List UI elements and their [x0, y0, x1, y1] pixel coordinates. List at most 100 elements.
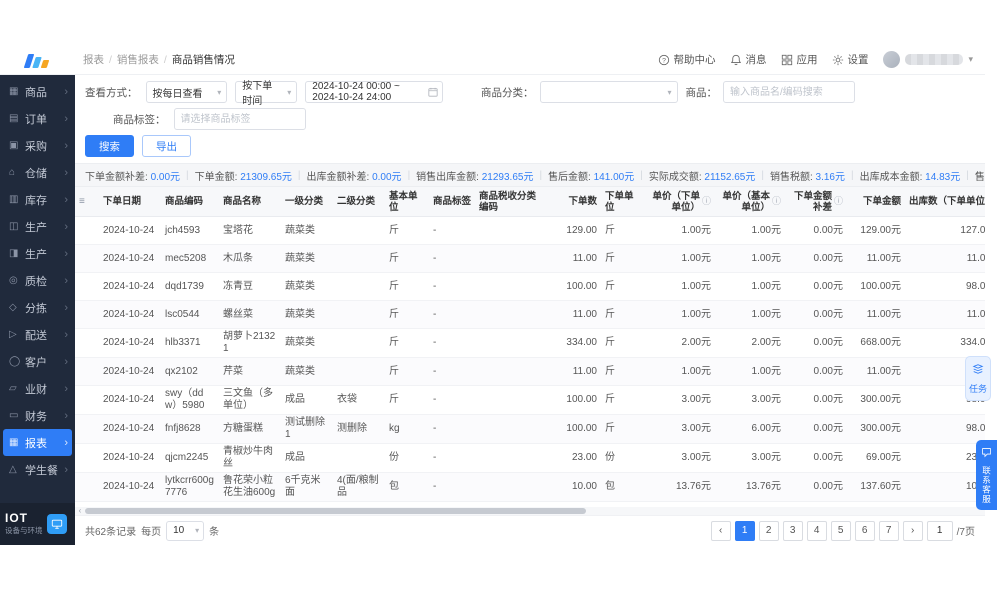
page-button-6[interactable]: 6: [854, 520, 875, 541]
column-header-base-unit[interactable]: 基本单位: [385, 189, 429, 215]
table-row[interactable]: 2024-10-24 lytkcrr600g7776 鲁花荣小粒花生油600g 6千克…: [75, 473, 985, 502]
table-row[interactable]: 2024-10-24 swy（ddw）5980 三文鱼（多单位） 成品 衣袋 斤 - 100.…: [75, 386, 985, 415]
column-header-row-filter[interactable]: ≡: [75, 194, 99, 209]
column-header-price-order-unit[interactable]: 单价（下单单位） ⓘ: [645, 189, 715, 215]
scroll-left-icon[interactable]: ‹: [75, 507, 85, 515]
column-header-goods-code[interactable]: 商品编码: [161, 194, 219, 209]
table-row[interactable]: 2024-10-24 hlb3371 胡萝卜21321 蔬菜类 斤 - 334.00 斤 2.0…: [75, 329, 985, 358]
table-row[interactable]: 2024-10-24 mec5208 木瓜条 蔬菜类 斤 - 11.00 斤 1.00元 1.00…: [75, 245, 985, 273]
sidebar-item-delivery[interactable]: ▷ 配送 ›: [3, 321, 72, 348]
export-button[interactable]: 导出: [142, 135, 191, 157]
topbar-action-message[interactable]: 消息: [730, 52, 766, 67]
contact-service-button[interactable]: 联系客服: [976, 440, 997, 510]
cell-goods-tag: -: [433, 365, 437, 377]
page-button-7[interactable]: 7: [878, 520, 899, 541]
date-range-input[interactable]: 2024-10-24 00:00 ~ 2024-10-24 24:00: [305, 81, 443, 103]
goods-tag-input[interactable]: [173, 108, 306, 130]
column-header-price-base-unit[interactable]: 单价（基本单位） ⓘ: [715, 189, 785, 215]
table-row[interactable]: 2024-10-24 lsc0544 螺丝菜 蔬菜类 斤 - 11.00 斤 1.00元 1.00…: [75, 301, 985, 329]
column-header-order-date[interactable]: 下单日期: [99, 194, 161, 209]
column-header-order-amount[interactable]: 下单金额: [847, 194, 905, 209]
filter-icon[interactable]: ≡: [79, 196, 85, 207]
cell-row-filter: [75, 370, 99, 374]
cell-row-filter: [75, 427, 99, 431]
cell-goods-code: mec5208: [165, 252, 207, 264]
sidebar-item-inventory[interactable]: ▥ 库存 ›: [3, 186, 72, 213]
cell-price-base-unit: 1.00元: [751, 280, 781, 292]
cell-order-qty: 11.00: [572, 365, 597, 377]
sidebar-item-orders[interactable]: ▤ 订单 ›: [3, 105, 72, 132]
sidebar-item-quality[interactable]: ◎ 质检 ›: [3, 267, 72, 294]
column-header-tax-code[interactable]: 商品税收分类编码: [475, 189, 549, 215]
page-button-5[interactable]: 5: [830, 520, 851, 541]
breadcrumb-item[interactable]: 销售报表: [117, 52, 159, 67]
summary-item: 出库成本金额: 14.83元: [860, 168, 961, 183]
cell-order-unit: 斤: [605, 252, 615, 264]
topbar-action-apps[interactable]: 应用: [781, 52, 817, 67]
column-header-category1[interactable]: 一级分类: [281, 194, 333, 209]
page-button-4[interactable]: 4: [806, 520, 827, 541]
summary-divider: |: [407, 169, 411, 181]
goods-tag-label: 商品标签：: [113, 113, 166, 126]
cell-base-unit: 斤: [389, 394, 399, 405]
column-header-goods-name[interactable]: 商品名称: [219, 194, 281, 209]
sidebar-item-production2[interactable]: ◨ 生产 ›: [3, 240, 72, 267]
cell-goods-name: 螺丝菜: [223, 308, 253, 320]
sidebar-item-production[interactable]: ◫ 生产 ›: [3, 213, 72, 240]
sidebar-item-customers[interactable]: ◯ 客户 ›: [3, 348, 72, 375]
breadcrumb-item[interactable]: 报表: [83, 52, 104, 67]
table-row[interactable]: 2024-10-24 qjcm2245 青椒炒牛肉丝 成品 份 - 23.00 份 3.00元 3…: [75, 444, 985, 473]
search-button[interactable]: 搜索: [85, 135, 134, 157]
chevron-right-icon: ›: [64, 166, 68, 179]
sidebar-item-student-meal[interactable]: △ 学生餐 ›: [3, 456, 72, 483]
horizontal-scrollbar[interactable]: ‹: [75, 507, 985, 515]
sidebar-item-goods[interactable]: ▦ 商品 ›: [3, 78, 72, 105]
next-page-button[interactable]: ›: [902, 520, 923, 541]
cell-order-amount-diff: 0.00元: [813, 365, 843, 377]
iot-badge[interactable]: IOT 设备与环境: [0, 503, 75, 545]
topbar-action-help[interactable]: ? 帮助中心: [658, 52, 715, 67]
page-button-3[interactable]: 3: [782, 520, 803, 541]
goods-search-input[interactable]: [723, 81, 855, 103]
time-type-select[interactable]: 按下单时间 ▾: [235, 81, 298, 107]
cell-goods-name: 三文鱼（多单位）: [223, 388, 273, 411]
user-menu[interactable]: ▾: [883, 51, 973, 68]
table-row[interactable]: 2024-10-24 dqd1739 冻青豆 蔬菜类 斤 - 100.00 斤 1.00元 1.0…: [75, 273, 985, 301]
table-row[interactable]: 2024-10-24 fnfj8628 方糖蛋糕 测试删除1 测删除 kg - 100.00 斤…: [75, 415, 985, 444]
column-header-label: 基本单位: [389, 190, 418, 213]
column-header-out-qty[interactable]: 出库数（下单单位）: [905, 194, 985, 209]
sidebar-item-sorting[interactable]: ◇ 分拣 ›: [3, 294, 72, 321]
logo[interactable]: [0, 52, 75, 68]
column-header-category2[interactable]: 二级分类: [333, 194, 385, 209]
page-button-2[interactable]: 2: [758, 520, 779, 541]
sidebar-item-warehouse[interactable]: ⌂ 仓储 ›: [3, 159, 72, 186]
task-panel-button[interactable]: 任务: [965, 356, 991, 401]
chevron-right-icon: ›: [64, 328, 68, 341]
sidebar-item-finance[interactable]: ▭ 财务 ›: [3, 402, 72, 429]
summary-divider: |: [966, 169, 969, 181]
column-header-order-qty[interactable]: 下单数: [549, 194, 601, 209]
table-row[interactable]: 2024-10-24 qx2102 芹菜 蔬菜类 斤 - 11.00 斤 1.00元 1.00元 0…: [75, 358, 985, 386]
date-range-value: 2024-10-24 00:00 ~ 2024-10-24 24:00: [312, 81, 400, 103]
topbar-action-settings[interactable]: 设置: [832, 52, 868, 67]
scrollbar-thumb[interactable]: [85, 508, 586, 514]
column-header-order-amount-diff[interactable]: 下单金额补差 ⓘ: [785, 189, 847, 215]
sidebar-item-reports[interactable]: ▦ 报表 ›: [3, 429, 72, 456]
cell-category1: 蔬菜类: [285, 337, 315, 348]
table-row[interactable]: 2024-10-24 jch4593 宝塔花 蔬菜类 斤 - 129.00 斤 1.00元 1.0…: [75, 217, 985, 245]
summary-label: 下单金额补差:: [85, 171, 151, 183]
page-jump-input[interactable]: 1: [926, 520, 953, 541]
breadcrumb-item[interactable]: 商品销售情况: [172, 52, 235, 67]
per-page-select[interactable]: 10 ▾: [166, 520, 205, 541]
column-header-order-unit[interactable]: 下单单位: [601, 189, 645, 215]
column-header-goods-tag[interactable]: 商品标签: [429, 194, 475, 209]
category-select[interactable]: ▾: [539, 81, 678, 103]
sidebar-item-purchase[interactable]: ▣ 采购 ›: [3, 132, 72, 159]
sidebar-item-biz-finance[interactable]: ▱ 业财 ›: [3, 375, 72, 402]
prev-page-button[interactable]: ‹: [710, 520, 731, 541]
summary-item: 下单金额: 21309.65元: [195, 168, 292, 183]
student-meal-icon: △: [9, 464, 17, 475]
page-button-1[interactable]: 1: [734, 520, 755, 541]
question-circle-icon: ?: [658, 54, 670, 66]
view-mode-select[interactable]: 按每日查看 ▾: [145, 81, 228, 103]
